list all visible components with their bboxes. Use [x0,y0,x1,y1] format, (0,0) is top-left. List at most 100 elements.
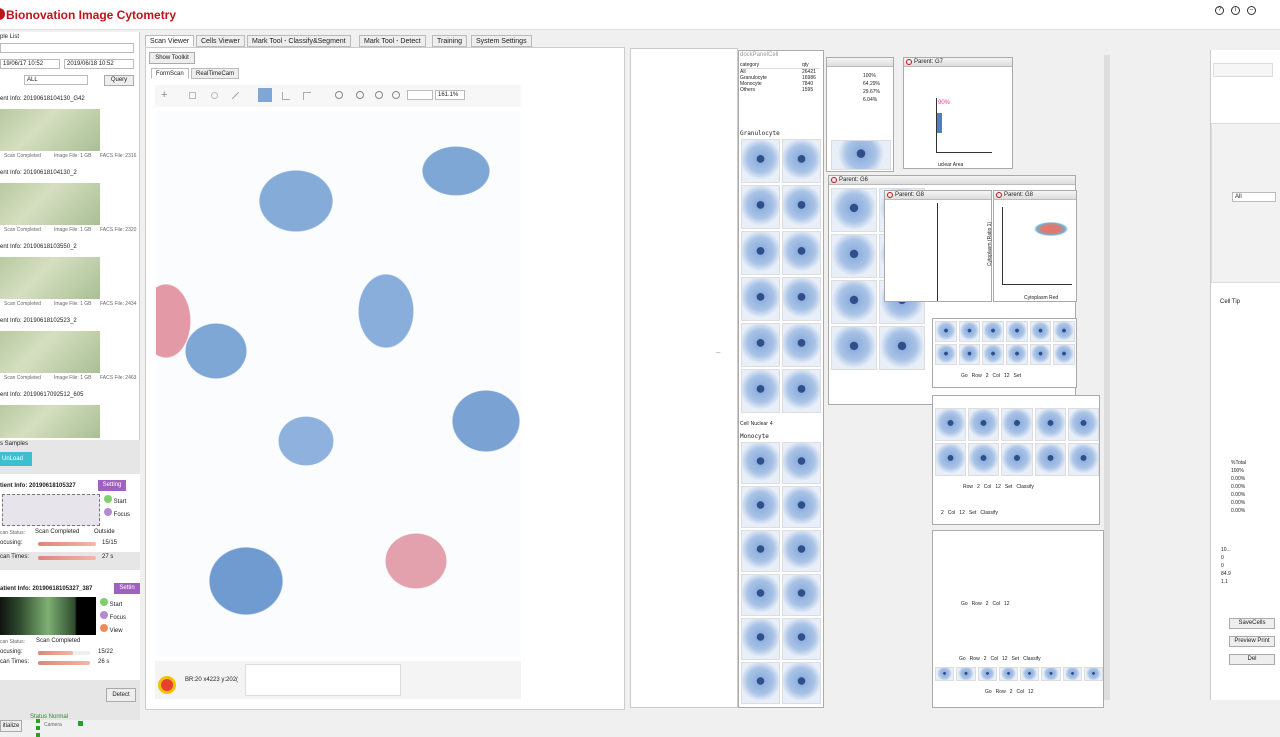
cell-thumb[interactable] [741,662,780,704]
cell-thumb[interactable] [1034,443,1066,476]
classify-checkbox[interactable]: Classify [980,510,998,516]
cell-thumb[interactable] [782,618,821,660]
cell-thumb[interactable] [935,408,967,441]
cell-grid[interactable] [935,408,1099,478]
zoom-out-icon[interactable] [356,91,364,99]
zoom-in-icon[interactable] [335,91,343,99]
sample-thumbnail[interactable] [0,183,100,225]
cell-thumb[interactable] [968,443,1000,476]
table-row[interactable]: Others 1595 [740,87,820,93]
sample-title[interactable]: ent Info: 20190618104130_2 [0,170,77,176]
cell-thumb[interactable] [1029,344,1052,365]
cell-thumb[interactable] [782,139,821,183]
cell-thumb[interactable] [1083,667,1103,681]
cell-thumb[interactable] [741,277,780,321]
focus-button[interactable]: Focus [104,508,130,518]
cell-thumb[interactable] [977,667,997,681]
cell-thumb[interactable] [935,321,957,342]
sample-title[interactable]: ent Info: 20190618102523_2 [0,318,77,324]
cell-thumb[interactable] [968,408,1000,441]
sample-thumbnail[interactable] [0,405,100,438]
cell-thumb[interactable] [1053,344,1075,365]
cell-thumb[interactable] [831,280,877,324]
col-input[interactable]: 12 [1004,373,1010,379]
cell-thumb[interactable] [741,486,780,528]
vertical-scrollbar[interactable] [1104,55,1110,700]
cell-thumb[interactable] [1034,408,1066,441]
slide-preview[interactable] [2,494,100,526]
set-button[interactable]: Set [969,510,977,516]
cell-thumb[interactable] [879,326,925,370]
cell-thumb[interactable] [1001,443,1033,476]
tab-scan-viewer[interactable]: Scan Viewer [145,35,195,47]
cell-thumb[interactable] [782,231,821,275]
cell-thumb[interactable] [831,140,891,170]
cell-thumb[interactable] [782,185,821,229]
cell-thumb[interactable] [782,530,821,572]
cell-checkbox[interactable]: Cell [740,421,749,427]
cell-thumb[interactable] [935,344,957,365]
cell-thumb[interactable] [1029,321,1052,342]
cell-thumb[interactable] [741,530,780,572]
setting-button[interactable]: Setting [98,480,126,491]
date-to-field[interactable]: 2019/06/18 10:52 [64,59,134,69]
go-button[interactable]: Go [985,689,992,695]
monocyte-cell-grid[interactable] [741,442,821,704]
set-button[interactable]: Set [1014,373,1022,379]
sample-title[interactable]: ent Info: 20190618103550_2 [0,244,77,250]
subtab-formscan[interactable]: FormScan [151,68,189,79]
initialize-button[interactable]: itialize [0,720,22,732]
query-button[interactable]: Query [104,75,134,86]
set-button[interactable]: Set [1012,656,1020,662]
cell-thumb[interactable] [831,326,877,370]
minimap[interactable] [245,664,401,696]
col-input[interactable]: 12 [1028,689,1034,695]
cell-thumb[interactable] [831,234,877,278]
cell-strip[interactable] [935,667,1103,683]
preview-print-button[interactable]: Preview Print [1229,636,1275,647]
tab-training[interactable]: Training [432,35,468,47]
help-icon[interactable]: ? [1215,6,1224,15]
line-icon[interactable] [231,91,240,100]
set-button[interactable]: Set [1005,484,1013,490]
tab-cells-viewer[interactable]: Cells Viewer [196,35,245,47]
info-icon[interactable]: i [1231,6,1240,15]
save-cells-button[interactable]: SaveCells [1229,618,1275,629]
cell-thumb[interactable] [741,574,780,616]
cell-thumb[interactable] [998,667,1018,681]
zoom-reset-icon[interactable] [392,91,400,99]
cell-thumb[interactable] [782,442,821,484]
cell-grid[interactable] [831,140,891,170]
cell-thumb[interactable] [982,321,1004,342]
cell-thumb[interactable] [1005,344,1028,365]
cell-thumb[interactable] [741,185,780,229]
cell-grid[interactable] [935,321,1075,365]
cell-thumb[interactable] [1001,408,1033,441]
nuclear-checkbox[interactable]: Nuclear [751,421,768,427]
cell-thumb[interactable] [831,188,877,232]
cell-thumb[interactable] [958,321,981,342]
date-from-field[interactable]: 19/06/17 10:52 [0,59,60,69]
cell-thumb[interactable] [935,667,955,681]
unload-button[interactable]: UnLoad [0,452,32,466]
col-input[interactable]: 12 [959,510,965,516]
record-icon[interactable] [158,676,176,694]
cell-thumb[interactable] [782,662,821,704]
tab-mark-tool-classify[interactable]: Mark Tool - Classify&Segment [247,35,351,47]
row-input[interactable]: 2 [977,484,980,490]
show-toolkit-button[interactable]: Show Toolkit [149,52,195,64]
cell-thumb[interactable] [741,231,780,275]
zoom-fit-icon[interactable] [375,91,383,99]
sample-thumbnail[interactable] [0,257,100,299]
zoom-level[interactable]: 161.1% [435,90,465,100]
category-select[interactable]: All [1232,192,1276,202]
cell-thumb[interactable] [1053,321,1075,342]
square-icon[interactable] [189,92,196,99]
setting-button[interactable]: Settin [114,583,140,594]
tab-mark-tool-detect[interactable]: Mark Tool - Detect [359,35,426,47]
cell-thumb[interactable] [741,618,780,660]
tab-system-settings[interactable]: System Settings [471,35,532,47]
cell-thumb[interactable] [1062,667,1082,681]
minimize-icon[interactable]: – [1247,6,1256,15]
cell-thumb[interactable] [1005,321,1028,342]
